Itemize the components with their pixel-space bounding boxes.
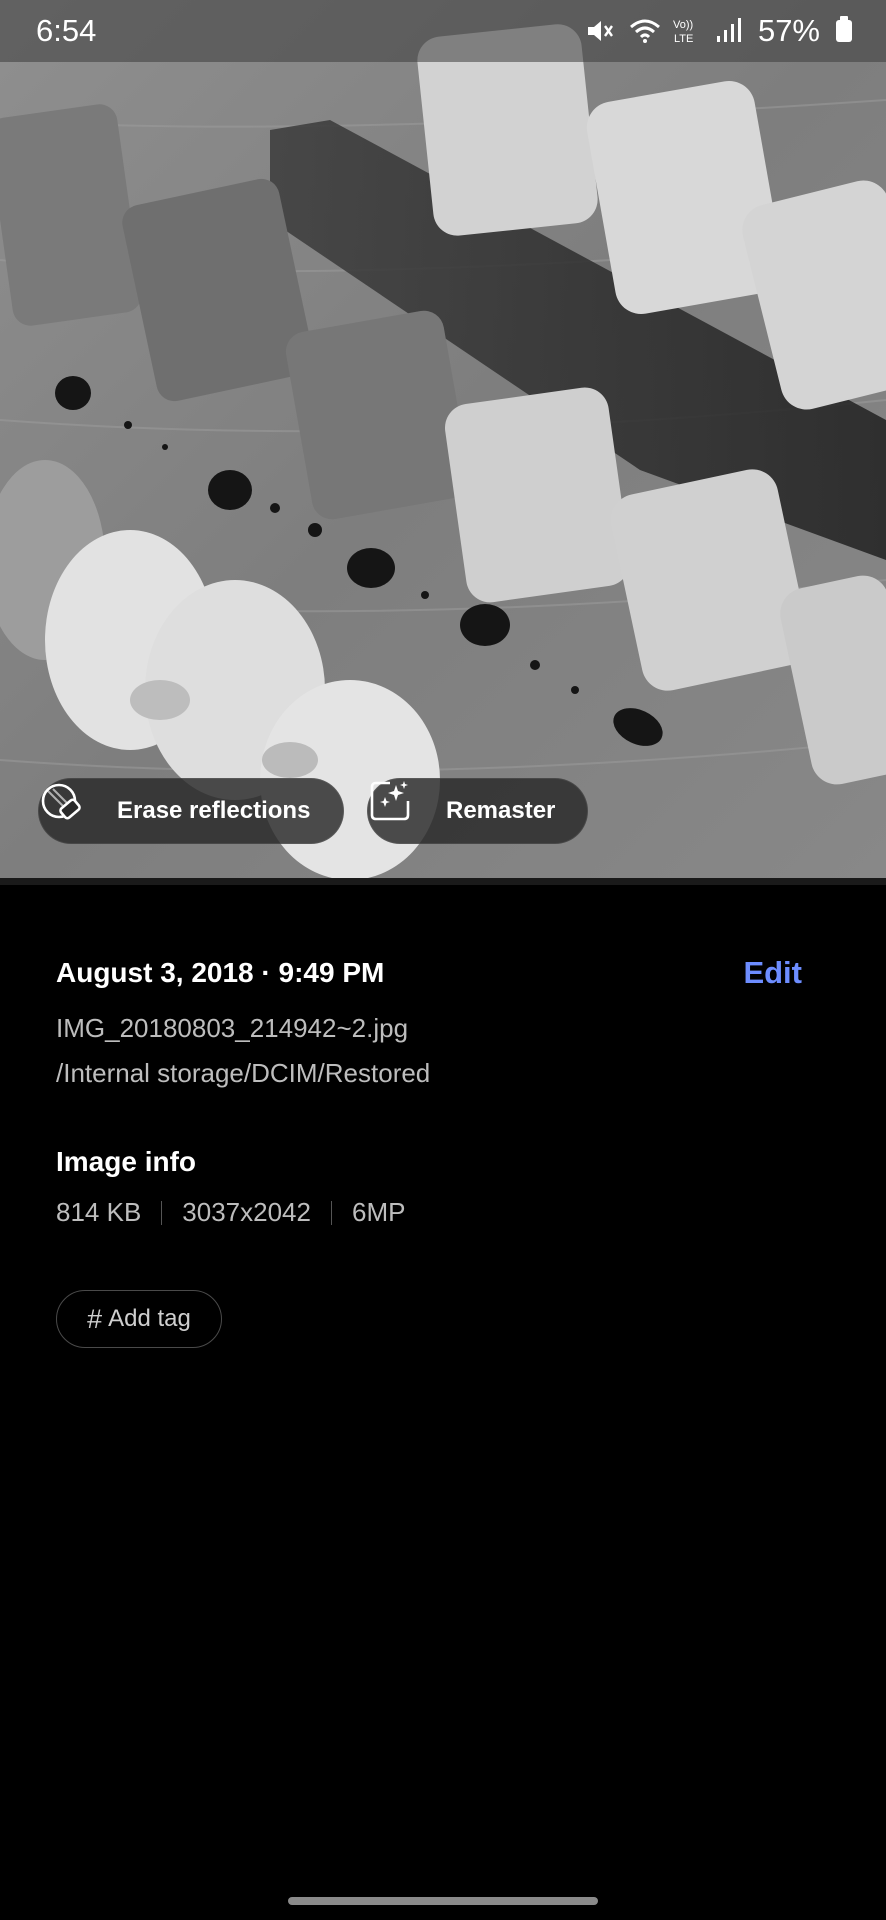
add-tag-button[interactable]: # Add tag <box>56 1290 222 1348</box>
erase-reflections-button[interactable]: Erase reflections <box>38 778 344 844</box>
eraser-icon <box>41 783 103 833</box>
photo-details: August 3, 2018 · 9:49 PM Edit IMG_201808… <box>56 955 830 1089</box>
sushi-photo <box>0 0 886 885</box>
divider <box>161 1200 163 1225</box>
remaster-button[interactable]: Remaster <box>367 778 588 844</box>
svg-text:LTE: LTE <box>674 33 693 45</box>
image-info-title: Image info <box>56 1146 197 1177</box>
battery-percent: 57% <box>757 13 820 48</box>
add-tag-label: Add tag <box>108 1305 191 1332</box>
hash-icon: # <box>87 1303 103 1334</box>
sparkle-image-icon <box>370 781 432 833</box>
image-info-row: 814 KB 3037x2042 6MP <box>56 1197 405 1228</box>
image-resolution: 3037x2042 <box>182 1197 311 1227</box>
file-size: 814 KB <box>56 1197 142 1227</box>
megapixels: 6MP <box>351 1197 406 1227</box>
mute-icon <box>584 16 614 46</box>
status-bar: 6:54 Vo)) LTE 57% <box>0 0 886 62</box>
wifi-icon <box>628 16 660 46</box>
home-indicator[interactable] <box>288 1897 598 1905</box>
battery-icon <box>836 16 852 42</box>
date-row: August 3, 2018 · 9:49 PM Edit <box>56 955 830 991</box>
status-time: 6:54 <box>36 13 97 48</box>
remaster-label: Remaster <box>446 797 556 824</box>
edit-details-button[interactable]: Edit <box>743 955 802 991</box>
signal-icon <box>714 16 744 46</box>
svg-text:Vo)): Vo)) <box>673 19 693 31</box>
erase-reflections-label: Erase reflections <box>117 797 311 824</box>
file-path: /Internal storage/DCIM/Restored <box>56 1058 431 1088</box>
date-time: August 3, 2018 · 9:49 PM <box>56 957 385 988</box>
volte-icon: Vo)) LTE <box>672 16 700 46</box>
photo-viewer[interactable]: 6:54 Vo)) LTE 57% Erase reflections Rema… <box>0 0 886 885</box>
divider <box>330 1200 332 1225</box>
file-name: IMG_20180803_214942~2.jpg <box>56 1013 409 1043</box>
status-icons: Vo)) LTE 57% <box>584 13 852 49</box>
